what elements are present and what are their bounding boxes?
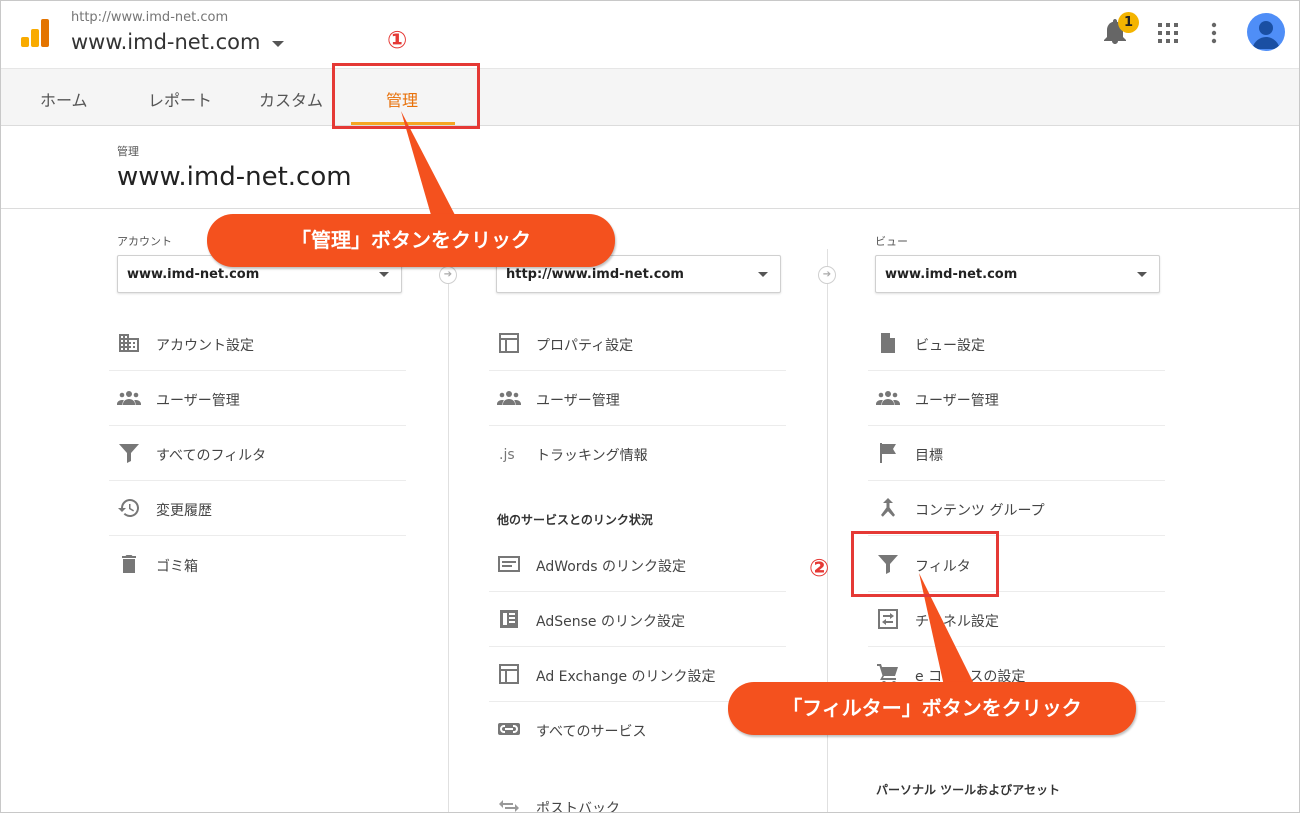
property-tracking-info[interactable]: .js トラッキング情報: [489, 426, 786, 481]
arrow-right-icon: ➔: [439, 266, 457, 284]
property-select-value: http://www.imd-net.com: [506, 267, 684, 282]
account-settings[interactable]: アカウント設定: [109, 316, 406, 371]
chevron-down-icon: [379, 272, 389, 277]
postback[interactable]: ポストバック: [489, 779, 786, 813]
highlight-admin-tab: [332, 63, 480, 129]
item-label: ユーザー管理: [915, 393, 999, 409]
layout-icon: [499, 664, 519, 684]
account-user-management[interactable]: ユーザー管理: [109, 371, 406, 426]
item-label: アカウント設定: [156, 338, 254, 354]
item-label: ユーザー管理: [536, 393, 620, 409]
top-header: http://www.imd-net.com www.imd-net.com 1: [1, 1, 1299, 69]
column-separator: [448, 249, 449, 812]
analytics-logo-icon[interactable]: [19, 17, 51, 49]
link-icon: [498, 723, 520, 735]
adwords-icon: [498, 556, 520, 572]
view-user-management[interactable]: ユーザー管理: [868, 371, 1165, 426]
site-url: http://www.imd-net.com: [71, 10, 229, 25]
item-label: 変更履歴: [156, 503, 212, 519]
item-label: Ad Exchange のリンク設定: [536, 669, 716, 685]
highlight-filter-item: [851, 531, 999, 597]
main-tabs: ホーム レポート カスタム 管理: [1, 69, 1299, 126]
view-channel-settings[interactable]: チャネル設定: [868, 592, 1165, 647]
item-label: チャネル設定: [915, 614, 999, 630]
users-icon: [876, 391, 900, 405]
arrow-right-icon: ➔: [818, 266, 836, 284]
chevron-down-icon: [1137, 272, 1147, 277]
avatar[interactable]: [1247, 13, 1285, 51]
chevron-down-icon: [758, 272, 768, 277]
item-label: トラッキング情報: [536, 448, 648, 464]
users-icon: [497, 391, 521, 405]
user-avatar-icon: [1252, 21, 1280, 49]
linked-services-heading: 他のサービスとのリンク状況: [497, 513, 653, 527]
account-all-filters[interactable]: すべてのフィルタ: [109, 426, 406, 481]
svg-text:.js: .js: [499, 447, 515, 463]
view-select[interactable]: www.imd-net.com: [875, 255, 1160, 293]
swap-icon: [499, 800, 519, 812]
adsense-icon: [500, 610, 518, 628]
item-label: AdSense のリンク設定: [536, 614, 685, 630]
merge-icon: [881, 498, 895, 517]
property-settings[interactable]: プロパティ設定: [489, 316, 786, 371]
notification-badge: 1: [1118, 12, 1139, 33]
step-number-2: ②: [809, 554, 830, 582]
item-label: ポストバック: [536, 801, 620, 813]
view-content-grouping[interactable]: コンテンツ グループ: [868, 481, 1165, 536]
document-icon: [881, 333, 895, 353]
tab-home[interactable]: ホーム: [40, 87, 88, 111]
tab-custom[interactable]: カスタム: [259, 87, 323, 111]
personal-tools-heading: パーソナル ツールおよびアセット: [876, 783, 1060, 797]
adwords-link-settings[interactable]: AdWords のリンク設定: [489, 537, 786, 592]
item-label: すべてのサービス: [536, 724, 647, 740]
channel-icon: [878, 609, 898, 629]
more-vert-icon[interactable]: [1207, 21, 1221, 45]
item-label: ビュー設定: [915, 338, 985, 354]
item-label: プロパティ設定: [536, 338, 634, 354]
flag-icon: [880, 443, 896, 463]
trash-icon: [122, 555, 136, 573]
account-label: アカウント: [117, 235, 172, 248]
view-settings[interactable]: ビュー設定: [868, 316, 1165, 371]
account-change-history[interactable]: 変更履歴: [109, 481, 406, 536]
adsense-link-settings[interactable]: AdSense のリンク設定: [489, 592, 786, 647]
apps-grid-icon[interactable]: [1158, 23, 1178, 43]
account-trash[interactable]: ゴミ箱: [109, 537, 406, 592]
item-label: AdWords のリンク設定: [536, 559, 686, 575]
account-select-value: www.imd-net.com: [127, 267, 260, 282]
callout-click-filter: 「フィルター」ボタンをクリック: [728, 682, 1136, 735]
site-selector[interactable]: www.imd-net.com: [71, 30, 260, 54]
app-frame: http://www.imd-net.com www.imd-net.com 1…: [0, 0, 1300, 813]
breadcrumb: 管理: [117, 145, 139, 158]
step-number-1: ①: [387, 26, 408, 54]
filter-icon: [119, 444, 139, 463]
item-label: 目標: [915, 448, 943, 464]
view-select-value: www.imd-net.com: [885, 267, 1018, 282]
item-label: すべてのフィルタ: [156, 448, 267, 464]
divider: [1, 208, 1299, 209]
page-title: www.imd-net.com: [117, 162, 352, 192]
property-user-management[interactable]: ユーザー管理: [489, 371, 786, 426]
item-label: コンテンツ グループ: [915, 503, 1045, 519]
item-label: ユーザー管理: [156, 393, 240, 409]
layout-icon: [499, 333, 519, 353]
view-goals[interactable]: 目標: [868, 426, 1165, 481]
tab-reports[interactable]: レポート: [148, 87, 212, 111]
history-icon: [118, 499, 139, 517]
users-icon: [117, 391, 141, 405]
item-label: ゴミ箱: [156, 559, 198, 575]
building-icon: [119, 334, 139, 352]
callout-click-admin: 「管理」ボタンをクリック: [207, 214, 615, 267]
view-label: ビュー: [875, 235, 908, 248]
chevron-down-icon[interactable]: [272, 41, 284, 47]
js-icon: .js: [499, 447, 515, 463]
